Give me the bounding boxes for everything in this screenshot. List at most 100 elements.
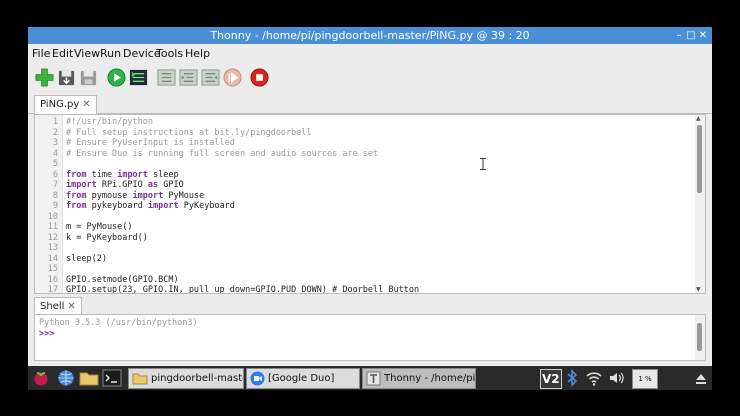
code-token: from <box>66 169 87 180</box>
menu-tools[interactable]: Tools <box>156 45 183 63</box>
eject-icon[interactable] <box>694 369 708 387</box>
code-line[interactable]: GPIO.setup(23, GPIO.IN, pull_up_down=GPI… <box>66 285 420 294</box>
step-out-icon[interactable] <box>201 68 220 87</box>
tab-shell[interactable]: Shell ✕ <box>34 297 82 315</box>
menu-device[interactable]: Device <box>123 45 161 63</box>
debug-icon[interactable] <box>129 68 148 87</box>
browser-icon[interactable] <box>57 369 75 387</box>
code-token: # Ensure Duo is running full screen and … <box>66 148 379 159</box>
new-file-icon[interactable] <box>35 68 54 87</box>
line-number: 13 <box>47 243 58 253</box>
folder-icon <box>132 373 148 385</box>
code-token: GPIO.setup(23, GPIO.IN, pull_up_down=GPI… <box>66 285 420 294</box>
code-editor[interactable]: 1 2 3 4 5 6 7 8 9 10 11 12 13 14 15 16 17 #!/usr/bin/pyt… <box>34 114 706 294</box>
editor-scroll-thumb[interactable] <box>697 125 702 193</box>
line-number: 17 <box>47 285 58 294</box>
editor-scrollbar[interactable]: ▲ ▼ <box>695 115 705 293</box>
terminal-icon[interactable] <box>102 369 122 387</box>
menu-help[interactable]: Help <box>185 45 210 63</box>
vnc-icon[interactable]: V2 <box>540 369 562 389</box>
step-over-icon[interactable] <box>157 68 176 87</box>
shell-prompt[interactable]: >>> <box>39 329 54 339</box>
menu-bar: File Edit View Run Device Tools Help <box>28 45 712 63</box>
step-into-icon[interactable] <box>179 68 198 87</box>
code-line[interactable]: # Ensure Duo is running full screen and … <box>66 149 378 159</box>
minimize-icon[interactable]: – <box>673 27 685 44</box>
code-line[interactable]: m = PyMouse() <box>66 222 133 232</box>
tab-ping-py[interactable]: PiNG.py ✕ <box>34 95 97 114</box>
bluetooth-icon[interactable] <box>566 369 578 387</box>
code-line[interactable]: # Full setup instructions at bit.ly/ping… <box>66 128 312 138</box>
volume-icon[interactable] <box>608 369 626 387</box>
code-token: RPi.GPIO <box>96 180 148 190</box>
code-line[interactable]: k = PyKeyboard() <box>66 233 148 243</box>
code-token: import <box>147 201 179 211</box>
file-manager-icon[interactable] <box>79 370 99 386</box>
line-number: 2 <box>52 127 58 138</box>
open-file-icon[interactable] <box>57 68 76 87</box>
menu-view[interactable]: View <box>74 45 100 63</box>
shell-scrollbar[interactable] <box>695 315 705 360</box>
code-token: pymouse <box>86 190 133 201</box>
raspberry-menu-icon[interactable] <box>32 369 50 387</box>
menu-edit[interactable]: Edit <box>52 45 73 63</box>
code-token: as <box>147 180 159 190</box>
resume-icon[interactable] <box>223 68 242 87</box>
save-file-icon[interactable] <box>79 68 98 87</box>
taskbar: pingdoorbell-master [Google Duo] Thonny … <box>28 366 712 390</box>
code-token: GPIO <box>158 180 184 190</box>
code-line[interactable]: from pykeyboard import PyKeyboard <box>66 201 235 211</box>
title-bar[interactable]: Thonny - /home/pi/pingdoorbell-master/Pi… <box>28 27 712 44</box>
close-tab-icon[interactable]: ✕ <box>82 99 90 110</box>
line-number: 1 <box>52 117 58 127</box>
line-number: 15 <box>47 264 58 274</box>
code-line[interactable]: # Ensure PyUserInput is installed <box>66 138 235 148</box>
code-token: # Full setup instructions at bit.ly/ping… <box>66 127 312 138</box>
wifi-icon[interactable] <box>585 369 603 387</box>
line-number: 7 <box>52 180 58 190</box>
thonny-window: Thonny - /home/pi/pingdoorbell-master/Pi… <box>28 27 712 366</box>
line-number: 14 <box>47 253 58 264</box>
task-thonny[interactable]: Thonny - /home/pi/... <box>362 368 476 389</box>
code-token: PyMouse <box>163 190 205 201</box>
code-line[interactable]: import RPi.GPIO as GPIO <box>66 180 184 190</box>
code-token: from <box>66 190 87 201</box>
code-line[interactable]: from pymouse import PyMouse <box>66 191 204 201</box>
maximize-icon[interactable]: □ <box>685 27 697 44</box>
shell-panel[interactable]: Python 3.5.3 (/usr/bin/python3) >>> <box>34 314 706 361</box>
line-number: 11 <box>47 222 58 232</box>
close-icon[interactable]: ✕ <box>697 27 709 44</box>
line-number: 6 <box>52 169 58 180</box>
menu-file[interactable]: File <box>32 45 50 63</box>
code-token: # Ensure PyUserInput is installed <box>66 138 235 148</box>
shell-scroll-thumb[interactable] <box>697 323 702 351</box>
shell-banner: Python 3.5.3 (/usr/bin/python3) <box>39 318 198 328</box>
line-number: 3 <box>52 138 58 148</box>
shell-tab-label: Shell <box>40 301 65 312</box>
line-number: 10 <box>47 211 58 222</box>
code-token: sleep <box>147 169 179 180</box>
task-google-duo[interactable]: [Google Duo] <box>246 368 360 389</box>
close-shell-tab-icon[interactable]: ✕ <box>67 301 75 312</box>
line-number: 16 <box>47 274 58 285</box>
line-number: 4 <box>52 148 58 159</box>
code-line[interactable]: from time import sleep <box>66 170 179 180</box>
code-token: time <box>86 169 118 180</box>
code-token: import <box>132 190 164 201</box>
task-pingdoorbell-master[interactable]: pingdoorbell-master <box>128 368 244 389</box>
thonny-icon <box>366 371 381 386</box>
stop-icon[interactable] <box>250 68 269 87</box>
menu-run[interactable]: Run <box>100 45 121 63</box>
code-line[interactable]: #!/usr/bin/python <box>66 117 153 127</box>
scroll-up-icon[interactable]: ▲ <box>696 115 701 122</box>
code-line[interactable]: sleep(2) <box>66 254 107 264</box>
tab-label: PiNG.py <box>40 99 80 110</box>
run-icon[interactable] <box>107 68 126 87</box>
scroll-down-icon[interactable]: ▼ <box>696 286 701 293</box>
code-line[interactable]: GPIO.setmode(GPIO.BCM) <box>66 275 179 285</box>
code-token: k = PyKeyboard() <box>66 232 148 243</box>
line-number-gutter: 1 2 3 4 5 6 7 8 9 10 11 12 13 14 15 16 17 <box>35 115 63 293</box>
cpu-monitor[interactable]: 1 % <box>632 369 658 389</box>
task-label: Thonny - /home/pi/... <box>384 373 476 384</box>
code-token: from <box>66 201 87 211</box>
